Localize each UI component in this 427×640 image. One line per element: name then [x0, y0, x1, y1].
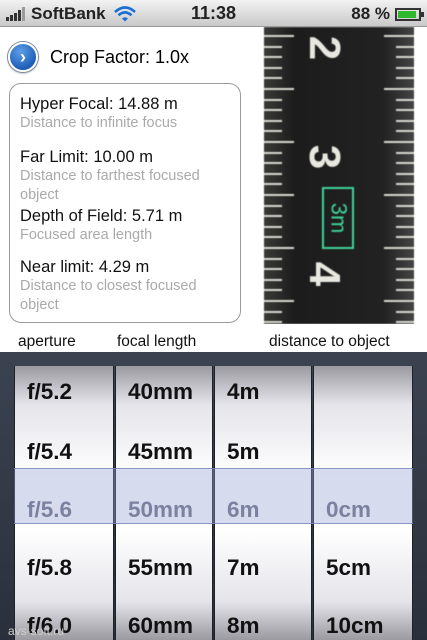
- tape-tick: [396, 172, 414, 175]
- depth-of-field-item: Depth of Field: 5.71 m Focused area leng…: [20, 207, 235, 245]
- tape-tick: [264, 289, 282, 292]
- tape-tick: [396, 130, 414, 133]
- tape-tick: [384, 35, 414, 37]
- tape-tick: [264, 236, 282, 239]
- depth-of-field-value: Depth of Field: 5.71 m: [20, 207, 183, 225]
- tape-meter-tag: 3m: [322, 187, 354, 249]
- tape-tick: [396, 183, 414, 186]
- tape-tick: [264, 268, 282, 271]
- near-limit-item: Near limit: 4.29 m Distance to closest f…: [20, 258, 235, 315]
- tape-tick: [396, 66, 414, 69]
- picker-row[interactable]: 8m: [215, 597, 311, 640]
- tape-tick: [264, 88, 294, 90]
- picker-row[interactable]: 4m: [215, 366, 311, 421]
- tape-tick: [396, 215, 414, 218]
- picker-row[interactable]: 5cm: [314, 539, 412, 597]
- tape-number-2: 2: [300, 35, 350, 61]
- tape-tick: [396, 162, 414, 165]
- status-bar: SoftBank 11:38 88 %: [0, 0, 427, 27]
- tape-tick: [264, 35, 294, 37]
- column-label-distance: distance to object: [269, 333, 390, 350]
- battery-percent: 88 %: [351, 4, 390, 23]
- depth-of-field-desc: Focused area length: [20, 227, 153, 243]
- tape-tick: [396, 321, 414, 324]
- watermark: avs-soft.ru: [8, 624, 65, 638]
- crop-factor-row[interactable]: › Crop Factor: 1.0x: [8, 42, 189, 72]
- tape-number-3: 3: [300, 144, 350, 170]
- picker-row[interactable]: 40mm: [116, 366, 212, 421]
- near-limit-desc: Distance to closest focused object: [20, 278, 197, 313]
- tape-measure-image: 2 3 4 3m: [264, 27, 414, 324]
- battery-icon: [395, 7, 424, 21]
- column-label-focal-length: focal length: [117, 333, 197, 350]
- tape-tick: [396, 45, 414, 48]
- tape-tick: [264, 225, 282, 228]
- picker-row[interactable]: f/5.2: [15, 366, 113, 421]
- tape-tick: [384, 300, 414, 302]
- tape-tick: [264, 310, 282, 313]
- tape-tick: [264, 194, 294, 196]
- picker-row[interactable]: 7m: [215, 539, 311, 597]
- tape-tick: [264, 66, 282, 69]
- picker-row[interactable]: 60mm: [116, 597, 212, 640]
- tape-tick: [264, 77, 282, 80]
- tape-tick: [264, 172, 282, 175]
- tape-tick: [264, 98, 282, 101]
- column-label-aperture: aperture: [18, 333, 76, 350]
- tape-tick: [396, 289, 414, 292]
- tape-tick: [384, 194, 414, 196]
- picker-row[interactable]: [314, 366, 412, 421]
- tape-tick: [396, 109, 414, 112]
- tape-tick: [264, 321, 282, 324]
- tape-tick: [396, 278, 414, 281]
- tape-tick: [264, 278, 282, 281]
- tape-tick: [384, 247, 414, 249]
- tape-tick: [264, 257, 282, 260]
- tape-tick: [264, 119, 282, 122]
- tape-tick: [264, 141, 294, 143]
- tape-tick: [264, 45, 282, 48]
- tape-tick: [396, 56, 414, 59]
- tape-tick: [396, 77, 414, 80]
- tape-tick: [264, 204, 282, 207]
- tape-tick: [264, 151, 282, 154]
- tape-tick: [264, 247, 294, 249]
- tape-tick: [264, 183, 282, 186]
- tape-tick: [396, 151, 414, 154]
- picker-selection-indicator: [14, 468, 413, 524]
- tape-tick: [384, 141, 414, 143]
- tape-tick: [396, 225, 414, 228]
- tape-photo: 2 3 4 3m: [250, 27, 427, 324]
- far-limit-value: Far Limit: 10.00 m: [20, 148, 153, 166]
- tape-tick: [396, 268, 414, 271]
- tape-tick: [264, 300, 294, 302]
- tape-tick: [396, 236, 414, 239]
- tape-tick: [264, 162, 282, 165]
- tape-tick: [264, 56, 282, 59]
- tape-tick: [384, 88, 414, 90]
- tape-tick: [396, 310, 414, 313]
- tape-tick: [264, 130, 282, 133]
- tape-number-4: 4: [300, 261, 350, 287]
- far-limit-item: Far Limit: 10.00 m Distance to farthest …: [20, 148, 235, 205]
- far-limit-desc: Distance to farthest focused object: [20, 168, 200, 203]
- hyper-focal-value: Hyper Focal: 14.88 m: [20, 95, 178, 113]
- tape-tick: [396, 98, 414, 101]
- picker-row[interactable]: f/5.8: [15, 539, 113, 597]
- picker-row[interactable]: 10cm: [314, 597, 412, 640]
- tape-tick: [396, 119, 414, 122]
- picker-row[interactable]: 55mm: [116, 539, 212, 597]
- hyper-focal-desc: Distance to infinite focus: [20, 115, 178, 131]
- tape-tick: [396, 257, 414, 260]
- near-limit-value: Near limit: 4.29 m: [20, 258, 150, 276]
- tape-tick: [396, 204, 414, 207]
- results-panel: Hyper Focal: 14.88 m Distance to infinit…: [9, 83, 241, 323]
- hyper-focal-item: Hyper Focal: 14.88 m Distance to infinit…: [20, 95, 235, 133]
- tape-tick: [264, 109, 282, 112]
- crop-factor-label: Crop Factor: 1.0x: [50, 46, 190, 67]
- tape-tick: [264, 215, 282, 218]
- chevron-right-icon[interactable]: ›: [8, 42, 38, 72]
